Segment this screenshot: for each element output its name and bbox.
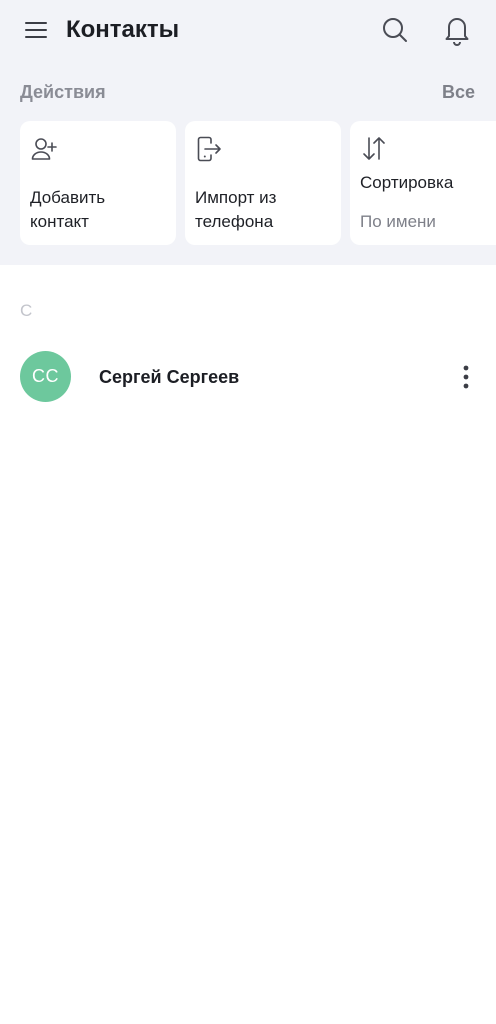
search-icon[interactable] xyxy=(378,12,412,48)
hamburger-menu-icon[interactable] xyxy=(20,14,52,46)
avatar-initials: СС xyxy=(32,366,59,386)
actions-title: Действия xyxy=(20,82,106,102)
sort-label: Сортировка xyxy=(360,173,454,192)
sort-arrows-icon xyxy=(360,135,388,163)
contact-row[interactable]: СС Сергей Сергеев xyxy=(0,345,496,409)
add-contact-card[interactable]: Добавить контакт xyxy=(20,121,176,245)
app-header: Контакты xyxy=(0,0,496,62)
show-all-link[interactable]: Все xyxy=(442,80,475,104)
section-letter: С xyxy=(20,301,33,320)
sort-mode-value: По имени xyxy=(360,212,436,231)
add-user-icon xyxy=(30,135,58,163)
avatar: СС xyxy=(20,351,71,402)
contacts-screen: Контакты Действия Все Добавить контакт И… xyxy=(0,0,496,1024)
top-panel: Контакты Действия Все Добавить контакт И… xyxy=(0,0,496,265)
import-from-phone-card[interactable]: Импорт из телефона xyxy=(185,121,341,245)
actions-header: Действия Все xyxy=(0,78,496,106)
add-contact-label: Добавить контакт xyxy=(30,188,106,231)
actions-carousel[interactable]: Добавить контакт Импорт из телефона Сорт… xyxy=(20,121,496,245)
contact-name: Сергей Сергеев xyxy=(99,367,240,387)
sort-card[interactable]: Сортировка По имени xyxy=(350,121,496,245)
page-title: Контакты xyxy=(66,16,180,43)
more-vertical-icon[interactable] xyxy=(452,361,480,393)
bell-icon[interactable] xyxy=(440,12,474,48)
import-from-phone-label: Импорт из телефона xyxy=(195,188,277,231)
phone-import-icon xyxy=(195,135,223,163)
